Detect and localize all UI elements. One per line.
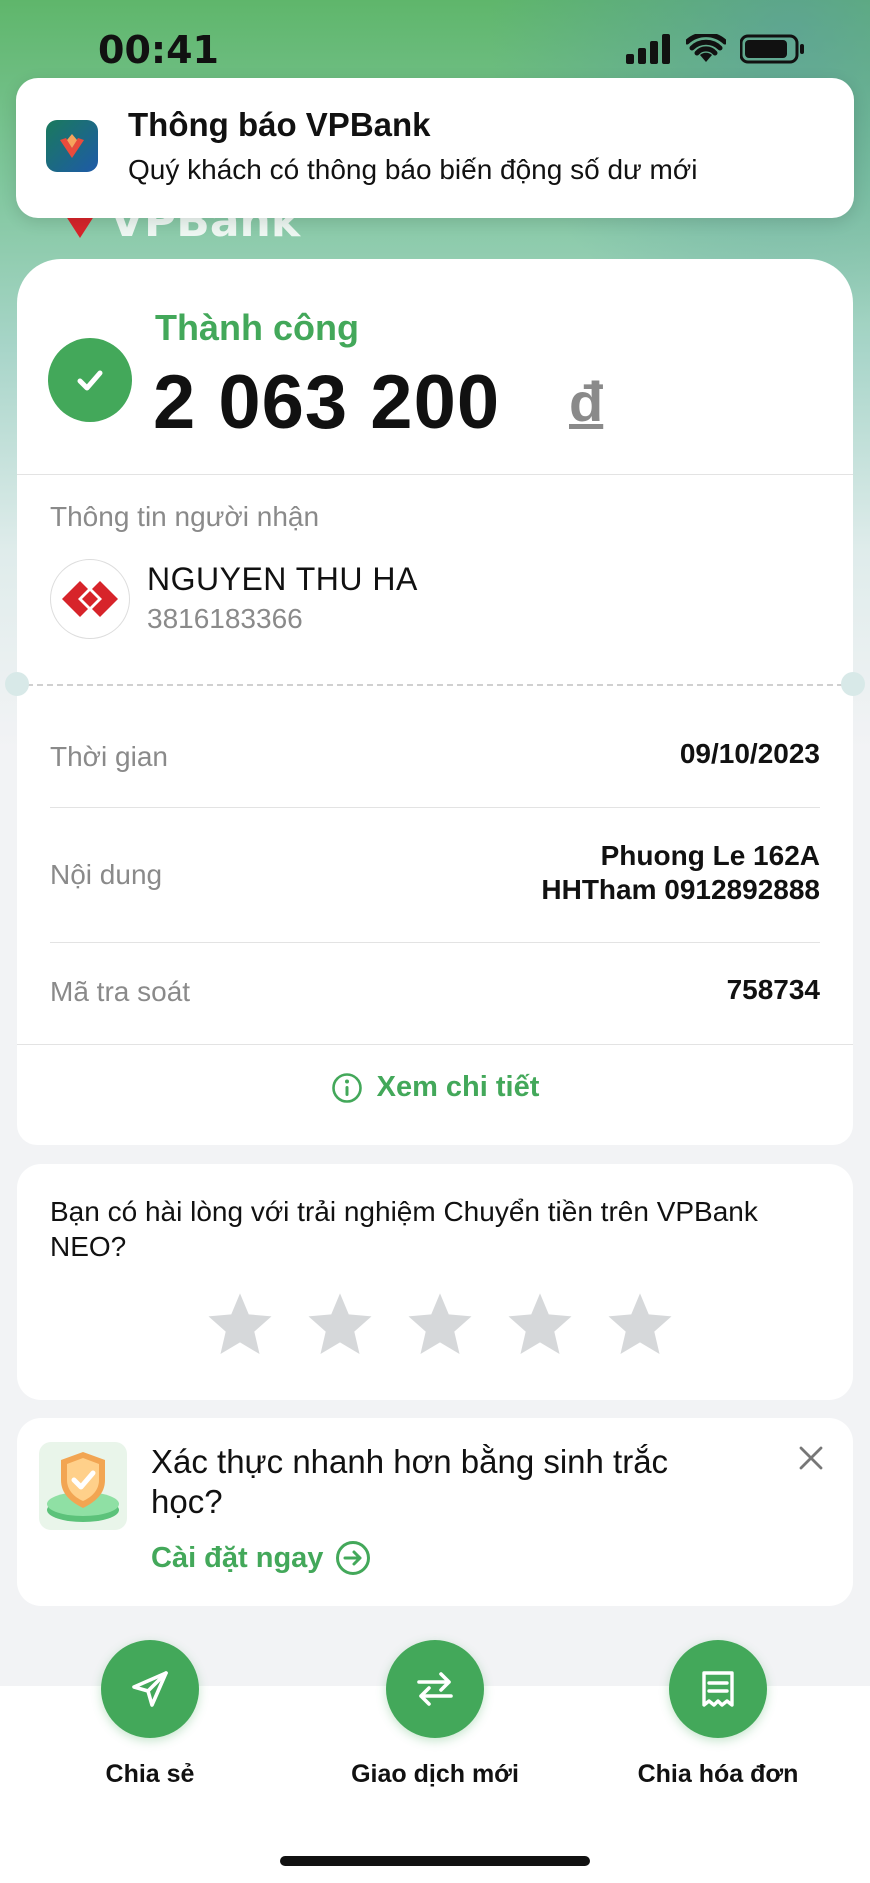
- close-icon[interactable]: [793, 1440, 829, 1476]
- wifi-icon: [686, 34, 726, 62]
- notification-body: Quý khách có thông báo biến động số dư m…: [128, 154, 698, 185]
- trace-code-value: 758734: [726, 974, 820, 1005]
- rating-card: Bạn có hài lòng với trải nghiệm Chuyển t…: [17, 1164, 853, 1400]
- content-label: Nội dung: [50, 859, 163, 890]
- divider: [17, 474, 853, 475]
- share-button[interactable]: [101, 1640, 199, 1738]
- recipient-account: 3816183366: [147, 603, 303, 634]
- swap-icon: [417, 1672, 453, 1706]
- divider: [17, 1044, 853, 1045]
- receipt-icon: [702, 1671, 734, 1707]
- star-rating: [205, 1290, 675, 1358]
- biometric-promo-card: Xác thực nhanh hơn bằng sinh trắc học? C…: [17, 1418, 853, 1606]
- time-value: 09/10/2023: [679, 738, 820, 769]
- transfer-amount: 2 063 200: [153, 360, 501, 445]
- send-icon: [132, 1671, 168, 1707]
- success-check-icon: [48, 338, 132, 422]
- star-icon[interactable]: [505, 1290, 575, 1358]
- new-transaction-action[interactable]: Giao dịch mới: [325, 1640, 545, 1789]
- split-bill-action[interactable]: Chia hóa đơn: [608, 1640, 828, 1789]
- recipient-bank-logo: [50, 559, 130, 639]
- status-icons: [626, 34, 806, 64]
- push-notification[interactable]: Thông báo VPBank Quý khách có thông báo …: [16, 78, 854, 218]
- star-icon[interactable]: [205, 1290, 275, 1358]
- trace-code-label: Mã tra soát: [50, 976, 191, 1007]
- biometric-title: Xác thực nhanh hơn bằng sinh trắc học?: [151, 1443, 669, 1520]
- setup-now-link[interactable]: Cài đặt ngay: [151, 1540, 371, 1576]
- battery-icon: [740, 34, 804, 64]
- ticket-notch-left: [5, 672, 29, 696]
- split-bill-button[interactable]: [669, 1640, 767, 1738]
- rating-question: Bạn có hài lòng với trải nghiệm Chuyển t…: [50, 1196, 758, 1262]
- status-label: Thành công: [155, 307, 359, 348]
- new-transaction-label: Giao dịch mới: [351, 1760, 519, 1788]
- star-icon[interactable]: [305, 1290, 375, 1358]
- shield-check-icon: [39, 1442, 127, 1530]
- arrow-circle-right-icon: [336, 1541, 371, 1575]
- share-action[interactable]: Chia sẻ: [40, 1640, 260, 1789]
- transaction-card: Thành công 2 063 200 đ Thông tin người n…: [5, 259, 865, 1145]
- home-indicator[interactable]: [280, 1856, 590, 1866]
- signal-icon: [626, 34, 670, 64]
- notification-title: Thông báo VPBank: [128, 106, 431, 143]
- star-icon[interactable]: [605, 1290, 675, 1358]
- view-details-link[interactable]: Xem chi tiết: [17, 1071, 853, 1104]
- currency-symbol: đ: [569, 370, 604, 433]
- info-icon: [331, 1072, 362, 1103]
- ticket-notch-right: [841, 672, 865, 696]
- star-icon[interactable]: [405, 1290, 475, 1358]
- split-bill-label: Chia hóa đơn: [637, 1760, 799, 1788]
- dashed-separator: [17, 684, 853, 686]
- status-time: 00:41: [98, 28, 219, 72]
- time-label: Thời gian: [50, 741, 168, 772]
- share-label: Chia sẻ: [105, 1760, 195, 1788]
- row-divider: [50, 807, 820, 808]
- recipient-caption: Thông tin người nhận: [50, 501, 320, 532]
- row-divider: [50, 942, 820, 943]
- vpbank-app-icon: [46, 120, 98, 172]
- content-value: Phuong Le 162A HHTham 0912892888: [541, 840, 820, 905]
- new-transaction-button[interactable]: [386, 1640, 484, 1738]
- recipient-name: NGUYEN THU HA: [147, 561, 418, 597]
